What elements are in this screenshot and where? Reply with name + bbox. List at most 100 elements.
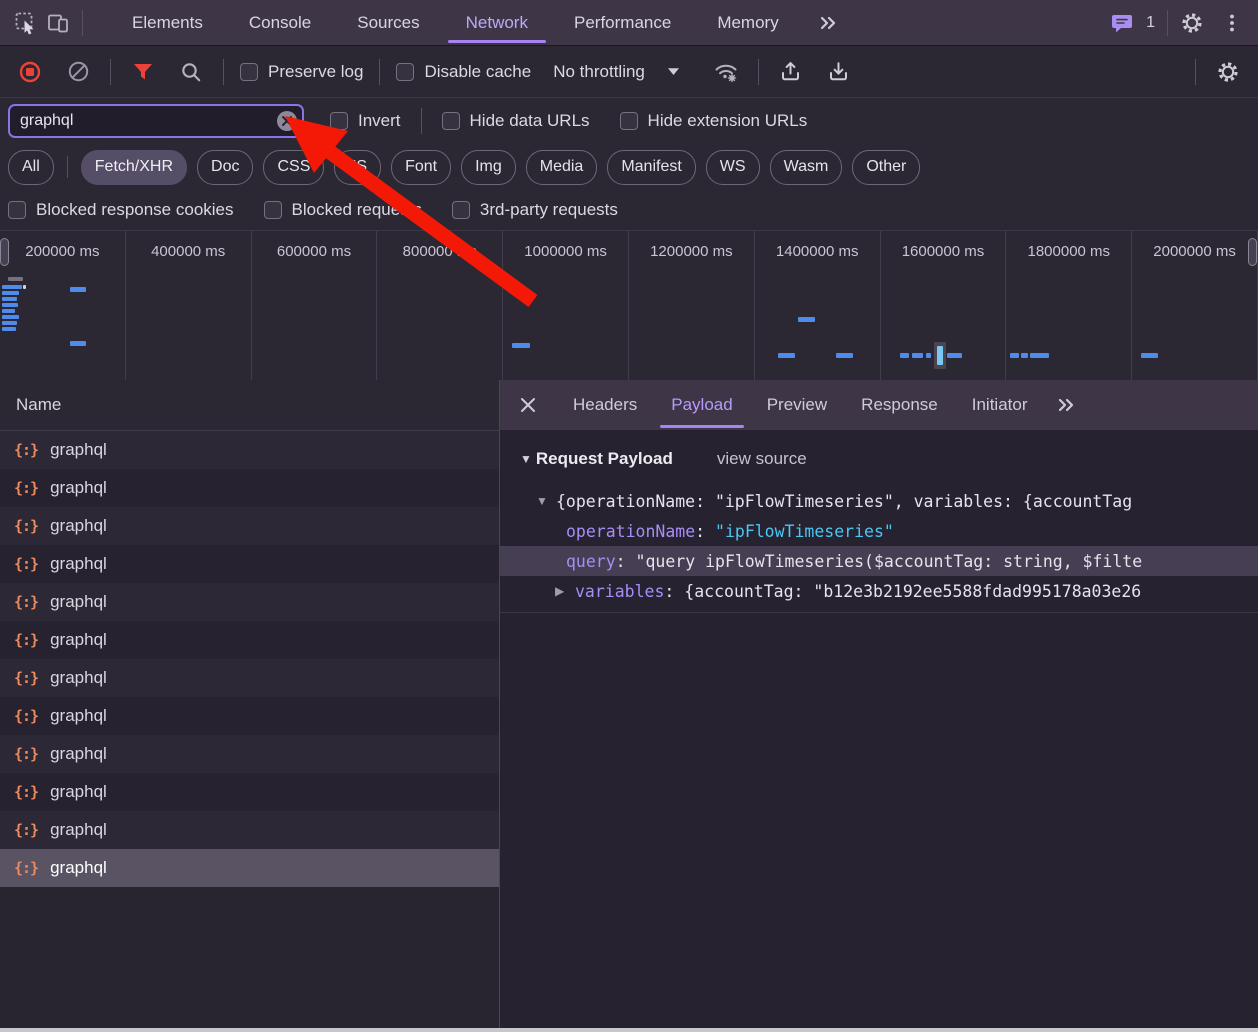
chip-img[interactable]: Img <box>461 150 516 185</box>
checkbox <box>264 201 282 219</box>
view-source-toggle[interactable]: view source <box>717 449 807 469</box>
throttling-value: No throttling <box>553 62 645 82</box>
tab-console[interactable]: Console <box>226 0 334 45</box>
table-row[interactable]: {:}graphql <box>0 621 499 659</box>
issues-count: 1 <box>1146 14 1155 32</box>
detail-tab-payload[interactable]: Payload <box>654 380 749 430</box>
table-row[interactable]: {:}graphql <box>0 583 499 621</box>
collapse-triangle-icon[interactable]: ▼ <box>520 452 532 466</box>
filter-input[interactable] <box>8 104 304 138</box>
blocked-response-cookies-checkbox[interactable]: Blocked response cookies <box>8 200 234 220</box>
network-settings-gear-icon[interactable] <box>1212 56 1244 88</box>
divider <box>1195 59 1196 85</box>
request-name: graphql <box>50 782 107 802</box>
tab-network[interactable]: Network <box>443 0 551 45</box>
divider <box>1167 10 1168 36</box>
chip-doc[interactable]: Doc <box>197 150 253 185</box>
payload-line[interactable]: ▼{operationName: "ipFlowTimeseries", var… <box>500 486 1258 516</box>
overview-left-handle[interactable] <box>0 238 9 266</box>
blocked-requests-checkbox[interactable]: Blocked requests <box>264 200 422 220</box>
detail-tab-preview[interactable]: Preview <box>750 380 844 430</box>
overview-right-handle[interactable] <box>1248 238 1257 266</box>
fetch-xhr-icon: {:} <box>14 707 38 725</box>
tab-memory[interactable]: Memory <box>694 0 801 45</box>
more-tabs-icon[interactable] <box>812 7 844 39</box>
blocked-response-cookies-label: Blocked response cookies <box>36 200 234 220</box>
export-har-icon[interactable] <box>823 56 855 88</box>
chip-media[interactable]: Media <box>526 150 598 185</box>
name-column-header[interactable]: Name <box>0 380 499 431</box>
request-timing-mark <box>2 321 17 325</box>
throttling-dropdown[interactable]: No throttling <box>553 62 680 82</box>
resource-type-chips: All Fetch/XHR Doc CSS JS Font Img Media Manifest… <box>0 144 1258 190</box>
network-overview-timeline[interactable]: 200000 ms400000 ms600000 ms800000 ms1000… <box>0 231 1258 381</box>
search-icon[interactable] <box>175 56 207 88</box>
chip-manifest[interactable]: Manifest <box>607 150 695 185</box>
filter-funnel-icon[interactable] <box>127 56 159 88</box>
fetch-xhr-icon: {:} <box>14 479 38 497</box>
timeline-tick: 1400000 ms <box>755 231 881 380</box>
request-timing-mark <box>926 353 931 358</box>
table-row[interactable]: {:}graphql <box>0 507 499 545</box>
fetch-xhr-icon: {:} <box>14 441 38 459</box>
payload-line[interactable]: query: "query ipFlowTimeseries($accountT… <box>500 546 1258 576</box>
tab-performance[interactable]: Performance <box>551 0 694 45</box>
table-row[interactable]: {:}graphql <box>0 735 499 773</box>
payload-line[interactable]: ▶variables: {accountTag: "b12e3b2192ee55… <box>500 576 1258 606</box>
chip-wasm[interactable]: Wasm <box>770 150 843 185</box>
detail-tab-response[interactable]: Response <box>844 380 955 430</box>
chip-other[interactable]: Other <box>852 150 920 185</box>
chip-all[interactable]: All <box>8 150 54 185</box>
chip-ws[interactable]: WS <box>706 150 760 185</box>
table-row[interactable]: {:} graphql <box>0 431 499 469</box>
request-timing-mark <box>2 327 16 331</box>
tab-elements[interactable]: Elements <box>109 0 226 45</box>
chip-fetch-xhr[interactable]: Fetch/XHR <box>81 150 187 185</box>
more-options-icon[interactable] <box>1216 7 1248 39</box>
device-toolbar-icon[interactable] <box>42 7 74 39</box>
table-row[interactable]: {:}graphql <box>0 659 499 697</box>
request-name: graphql <box>50 440 107 460</box>
checkbox <box>240 63 258 81</box>
table-row[interactable]: {:} graphql <box>0 469 499 507</box>
panel-tabs: ElementsConsoleSourcesNetworkPerformance… <box>109 0 802 45</box>
settings-gear-icon[interactable] <box>1176 7 1208 39</box>
clear-network-log-icon[interactable] <box>62 56 94 88</box>
request-name: graphql <box>50 478 107 498</box>
network-conditions-icon[interactable] <box>710 56 742 88</box>
detail-tab-initiator[interactable]: Initiator <box>955 380 1045 430</box>
disable-cache-checkbox[interactable]: Disable cache <box>396 62 531 82</box>
clear-filter-icon[interactable] <box>277 111 297 131</box>
more-detail-tabs-icon[interactable] <box>1050 389 1082 421</box>
table-row[interactable]: {:}graphql <box>0 697 499 735</box>
hide-data-urls-checkbox[interactable]: Hide data URLs <box>442 111 590 131</box>
divider <box>110 59 111 85</box>
chip-js[interactable]: JS <box>334 150 381 185</box>
dropdown-caret-icon <box>667 67 680 76</box>
fetch-xhr-icon: {:} <box>14 517 38 535</box>
invert-checkbox[interactable]: Invert <box>330 111 401 131</box>
close-panel-icon[interactable] <box>512 389 544 421</box>
preserve-log-checkbox[interactable]: Preserve log <box>240 62 363 82</box>
hide-extension-urls-checkbox[interactable]: Hide extension URLs <box>620 111 808 131</box>
tab-sources[interactable]: Sources <box>334 0 442 45</box>
payload-line[interactable]: operationName: "ipFlowTimeseries" <box>500 516 1258 546</box>
issues-message-icon[interactable] <box>1106 7 1138 39</box>
network-toolbar: Preserve log Disable cache No throttling <box>0 46 1258 98</box>
3rd-party-requests-checkbox[interactable]: 3rd-party requests <box>452 200 618 220</box>
table-row[interactable]: {:}graphql <box>0 773 499 811</box>
chip-font[interactable]: Font <box>391 150 451 185</box>
divider <box>758 59 759 85</box>
table-row[interactable]: {:}graphql <box>0 811 499 849</box>
table-row[interactable]: {:}graphql <box>0 545 499 583</box>
collapse-triangle-icon[interactable]: ▼ <box>536 494 556 508</box>
inspect-element-icon[interactable] <box>10 7 42 39</box>
devtools-tab-bar: ElementsConsoleSourcesNetworkPerformance… <box>0 0 1258 46</box>
expand-triangle-icon[interactable]: ▶ <box>555 584 575 598</box>
import-har-icon[interactable] <box>775 56 807 88</box>
record-network-log-icon[interactable] <box>14 56 46 88</box>
request-timing-mark <box>778 353 795 358</box>
detail-tab-headers[interactable]: Headers <box>556 380 654 430</box>
table-row[interactable]: {:}graphql <box>0 849 499 887</box>
chip-css[interactable]: CSS <box>263 150 324 185</box>
